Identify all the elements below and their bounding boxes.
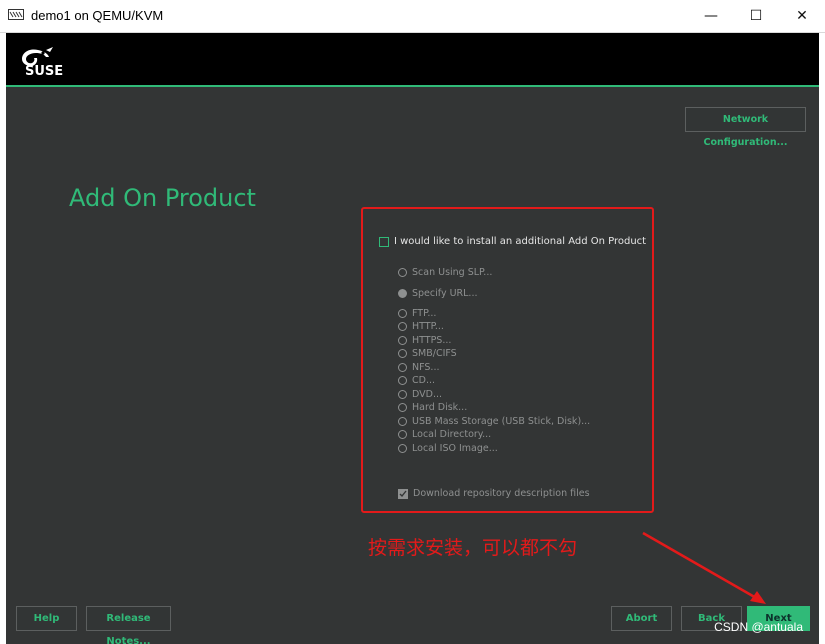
maximize-button[interactable]: ☐: [733, 0, 779, 32]
window-title: demo1 on QEMU/KVM: [31, 8, 164, 23]
maximize-icon: ☐: [749, 8, 763, 24]
annotation-arrow-icon: [642, 531, 766, 604]
close-icon: ✕: [796, 8, 808, 24]
minimize-button[interactable]: —: [688, 0, 734, 32]
minimize-icon: —: [704, 8, 718, 24]
close-button[interactable]: ✕: [779, 0, 825, 32]
csdn-watermark: CSDN @antuala: [714, 620, 803, 634]
vm-monitor-icon: [8, 9, 24, 20]
vm-screen: SUSE Network Configuration... Add On Pro…: [6, 33, 819, 644]
window-title-bar: demo1 on QEMU/KVM — ☐ ✕: [0, 0, 825, 33]
